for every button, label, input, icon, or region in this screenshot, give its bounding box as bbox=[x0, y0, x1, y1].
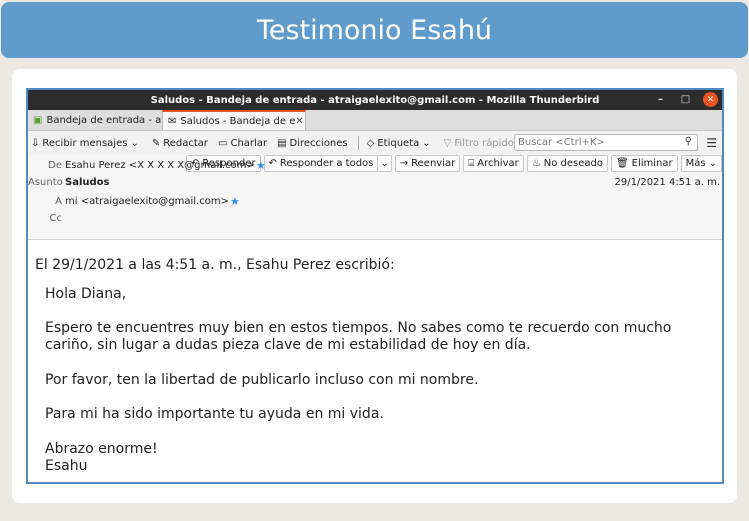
message-line: Hola Diana, bbox=[45, 286, 127, 302]
archive-button[interactable]: ⌸ Archivar bbox=[463, 155, 524, 172]
junk-button[interactable]: ♨ No deseado bbox=[526, 155, 608, 172]
star-icon[interactable]: ★ bbox=[256, 159, 266, 172]
chevron-down-icon[interactable]: ⌄ bbox=[130, 138, 138, 149]
message-line: Esahu bbox=[45, 458, 88, 474]
tab-bar: ▣ Bandeja de entrada - atra ✉ Saludos - … bbox=[28, 110, 722, 131]
forward-button[interactable]: → Reenviar bbox=[394, 155, 461, 172]
reply-all-dropdown[interactable]: ⌄ bbox=[378, 155, 392, 172]
address-book-label: Direcciones bbox=[289, 137, 348, 149]
junk-label: No deseado bbox=[543, 158, 603, 169]
message-line: Para mi ha sido importante tu ayuda en m… bbox=[45, 406, 384, 422]
write-button[interactable]: ✎ Redactar bbox=[152, 138, 208, 149]
inbox-icon: ▣ bbox=[33, 114, 43, 126]
close-window-button[interactable]: ✕ bbox=[703, 92, 718, 107]
window-controls: – □ ✕ bbox=[653, 92, 718, 107]
trash-icon: 🗑 bbox=[615, 158, 629, 169]
chat-label: Charlar bbox=[230, 137, 268, 149]
delete-button[interactable]: 🗑 Eliminar bbox=[610, 155, 678, 172]
search-icon: ⚲ bbox=[684, 136, 692, 147]
toolbar-separator bbox=[357, 136, 359, 150]
chevron-down-icon: ⌄ bbox=[708, 158, 717, 169]
thunderbird-window: Saludos - Bandeja de entrada - atraigael… bbox=[26, 88, 724, 484]
to-label: A bbox=[55, 196, 62, 207]
chat-button[interactable]: ▭ Charlar bbox=[218, 138, 267, 149]
tab-close-icon[interactable]: ✕ bbox=[295, 116, 303, 127]
chevron-down-icon: ⌄ bbox=[380, 158, 389, 169]
reply-all-icon: ↶ bbox=[268, 158, 277, 169]
junk-icon: ♨ bbox=[531, 158, 541, 169]
banner-title: Testimonio Esahú bbox=[256, 14, 493, 46]
message-line: Espero te encuentres muy bien en estos t… bbox=[45, 320, 672, 336]
window-titlebar[interactable]: Saludos - Bandeja de entrada - atraigael… bbox=[28, 90, 722, 110]
quick-filter-button[interactable]: ▽ Filtro rápido bbox=[444, 138, 514, 149]
to-row: A mi <atraigaelexito@gmail.com> ★ bbox=[28, 195, 240, 208]
tag-button[interactable]: ◇ Etiqueta ⌄ bbox=[367, 138, 434, 149]
tag-icon: ◇ bbox=[366, 137, 375, 149]
from-row: De Esahu Perez <X X X X X@gmail.com> ★ bbox=[28, 159, 266, 172]
cc-label: Cc bbox=[49, 213, 62, 224]
message-line: cariño, sin lugar a dudas pieza clave de… bbox=[45, 337, 531, 353]
subject-row: Asunto Saludos bbox=[28, 177, 109, 188]
subject-label: Asunto bbox=[28, 177, 63, 188]
reply-all-button[interactable]: ↶ Responder a todos bbox=[263, 155, 379, 172]
address-book-button[interactable]: ▤ Direcciones bbox=[277, 138, 348, 149]
minimize-button[interactable]: – bbox=[653, 92, 668, 107]
tab-message[interactable]: ✉ Saludos - Bandeja de e ✕ bbox=[162, 110, 306, 130]
envelope-icon: ✉ bbox=[168, 115, 177, 127]
from-label: De bbox=[48, 160, 62, 171]
window-title: Saludos - Bandeja de entrada - atraigael… bbox=[150, 94, 600, 106]
tab-message-label: Saludos - Bandeja de e bbox=[180, 115, 296, 127]
reply-all-label: Responder a todos bbox=[279, 158, 374, 169]
more-button[interactable]: Más ⌄ bbox=[680, 155, 722, 172]
address-book-icon: ▤ bbox=[277, 137, 287, 149]
hamburger-menu-icon[interactable]: ☰ bbox=[706, 136, 717, 150]
message-line: Por favor, ten la libertad de publicarlo… bbox=[45, 372, 479, 388]
get-messages-button[interactable]: ⇩ Recibir mensajes ⌄ bbox=[31, 138, 142, 149]
tab-inbox[interactable]: ▣ Bandeja de entrada - atra bbox=[28, 110, 162, 130]
archive-icon: ⌸ bbox=[468, 158, 475, 169]
tab-inbox-label: Bandeja de entrada - atra bbox=[46, 114, 162, 126]
chevron-down-icon: ⌄ bbox=[422, 137, 431, 149]
search-input[interactable]: Buscar <Ctrl+K> ⚲ bbox=[514, 134, 698, 151]
from-value[interactable]: Esahu Perez <X X X X X@gmail.com> bbox=[65, 160, 255, 171]
pencil-icon: ✎ bbox=[151, 137, 161, 149]
message-date: 29/1/2021 4:51 a. m. bbox=[614, 177, 721, 188]
quick-filter-label: Filtro rápido bbox=[454, 137, 514, 149]
message-line: Abrazo enorme! bbox=[45, 441, 158, 457]
get-messages-label: Recibir mensajes bbox=[42, 137, 128, 149]
star-icon[interactable]: ★ bbox=[230, 195, 240, 208]
forward-label: Reenviar bbox=[411, 158, 456, 169]
message-header: ↶ Responder ↶ Responder a todos ⌄ → Reen… bbox=[28, 155, 722, 240]
write-label: Redactar bbox=[163, 137, 209, 149]
forward-icon: → bbox=[399, 158, 409, 169]
quote-intro: El 29/1/2021 a las 4:51 a. m., Esahu Per… bbox=[35, 257, 395, 273]
download-icon: ⇩ bbox=[31, 137, 40, 149]
filter-icon: ▽ bbox=[443, 137, 452, 149]
main-toolbar: ⇩ Recibir mensajes ⌄ ✎ Redactar ▭ Charla… bbox=[28, 131, 722, 155]
search-placeholder: Buscar <Ctrl+K> bbox=[518, 137, 605, 148]
maximize-button[interactable]: □ bbox=[678, 92, 693, 107]
chat-icon: ▭ bbox=[218, 137, 228, 149]
archive-label: Archivar bbox=[477, 158, 519, 169]
page-banner: Testimonio Esahú bbox=[1, 2, 748, 58]
delete-label: Eliminar bbox=[631, 158, 673, 169]
cc-row: Cc bbox=[28, 213, 65, 224]
subject-value: Saludos bbox=[65, 177, 110, 188]
tag-label: Etiqueta bbox=[377, 137, 420, 149]
more-label: Más bbox=[685, 158, 706, 169]
to-value[interactable]: mi <atraigaelexito@gmail.com> bbox=[65, 196, 229, 207]
